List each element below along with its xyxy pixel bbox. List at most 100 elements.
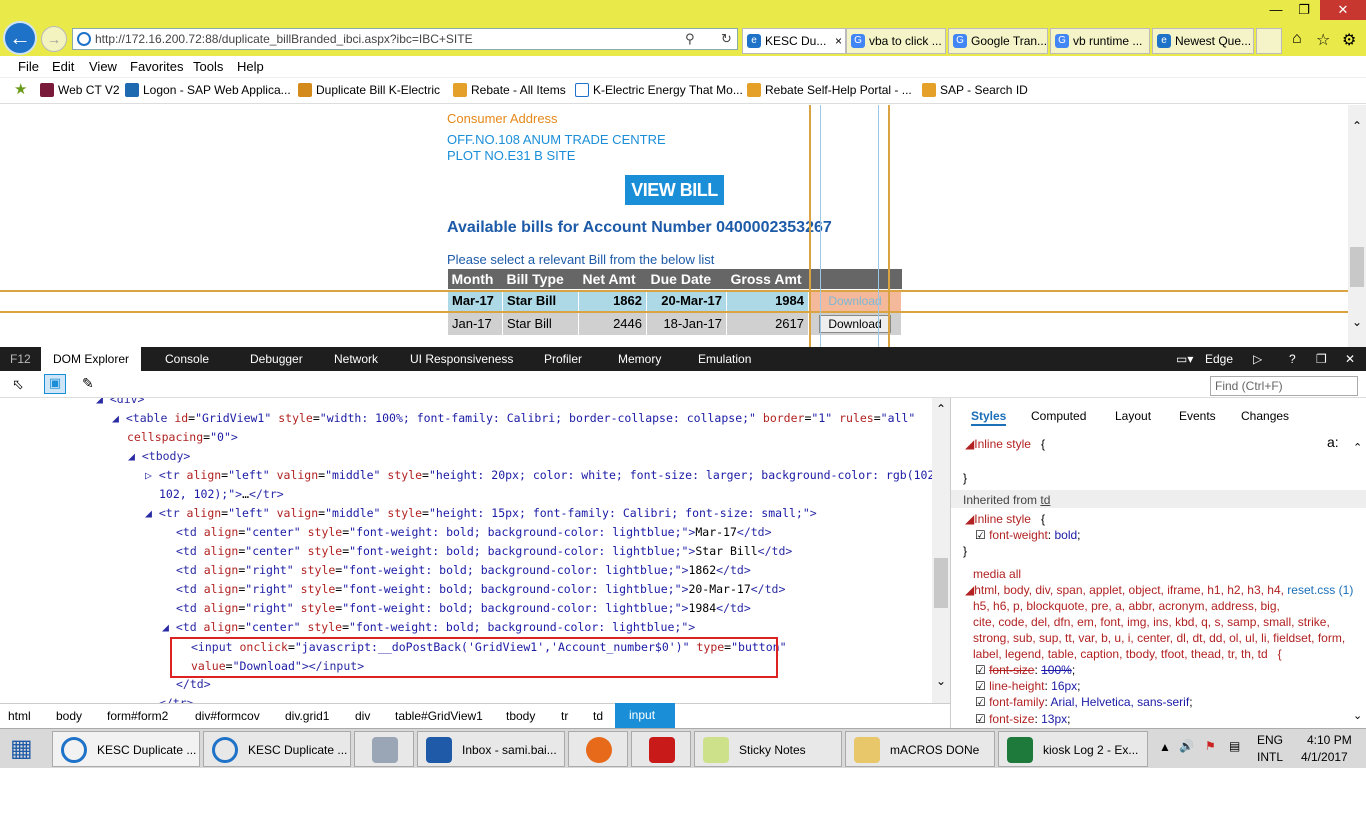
breadcrumb-item[interactable]: div xyxy=(355,709,370,723)
breadcrumb-item[interactable]: tbody xyxy=(506,709,535,723)
taskbar-ie-2[interactable]: KESC Duplicate ... xyxy=(203,731,351,767)
fav-k-electric-energy[interactable]: K-Electric Energy That Mo... xyxy=(575,83,743,97)
menu-file[interactable]: File xyxy=(18,59,39,74)
clock-time[interactable]: 4:10 PM xyxy=(1307,733,1352,747)
table-row[interactable]: Mar-17 Star Bill 1862 20-Mar-17 1984 Dow… xyxy=(447,288,902,313)
minimize-button[interactable]: — xyxy=(1262,0,1290,20)
breadcrumb-item[interactable]: div#formcov xyxy=(195,709,260,723)
taskbar-calculator[interactable] xyxy=(354,731,414,767)
css-property[interactable]: ☑ line-height: 16px; xyxy=(975,678,1081,694)
tab-newest-questions[interactable]: e Newest Que... xyxy=(1152,28,1254,54)
breadcrumb-item[interactable]: form#form2 xyxy=(107,709,168,723)
monitor-icon[interactable]: ▭▾ xyxy=(1176,352,1193,366)
breadcrumb-item[interactable]: td xyxy=(593,709,603,723)
document-mode-select[interactable]: Edge xyxy=(1205,352,1233,366)
console-icon[interactable]: ▷ xyxy=(1253,352,1262,366)
scroll-down-icon[interactable]: ⌄ xyxy=(1353,708,1362,724)
fav-sap-logon[interactable]: Logon - SAP Web Applica... xyxy=(125,83,291,97)
tab-memory[interactable]: Memory xyxy=(618,352,661,366)
breadcrumb-item[interactable]: html xyxy=(8,709,31,723)
scroll-up-icon[interactable]: ⌃ xyxy=(936,402,946,416)
favorites-star-icon[interactable]: ☆ xyxy=(1316,30,1330,50)
table-row[interactable]: Jan-17 Star Bill 2446 18-Jan-17 2617 Dow… xyxy=(447,311,902,336)
network-icon[interactable]: ▤ xyxy=(1229,739,1240,753)
dom-node[interactable]: <td align="center" style="font-weight: b… xyxy=(176,542,792,560)
taskbar-acrobat[interactable] xyxy=(631,731,691,767)
help-icon[interactable]: ? xyxy=(1289,352,1296,366)
dom-node[interactable]: ◢ <table id="GridView1" style="width: 10… xyxy=(112,409,915,427)
show-hidden-icons-icon[interactable]: ▲ xyxy=(1159,740,1171,754)
breadcrumb-item[interactable]: body xyxy=(56,709,82,723)
menu-view[interactable]: View xyxy=(89,59,117,74)
tab-google-translate[interactable]: G Google Tran... xyxy=(948,28,1048,54)
scroll-up-icon[interactable]: ⌃ xyxy=(1353,440,1362,456)
breadcrumb-item[interactable]: tr xyxy=(561,709,568,723)
dom-node[interactable]: <td align="right" style="font-weight: bo… xyxy=(176,580,785,598)
find-input[interactable]: Find (Ctrl+F) xyxy=(1210,376,1358,396)
tab-console[interactable]: Console xyxy=(165,352,209,366)
select-element-icon[interactable]: ⬁ xyxy=(12,376,24,393)
tab-profiler[interactable]: Profiler xyxy=(544,352,582,366)
inline-style-rule[interactable]: ◢Inline style { xyxy=(965,436,1045,452)
tab-debugger[interactable]: Debugger xyxy=(250,352,303,366)
taskbar-outlook[interactable]: Inbox - sami.bai... xyxy=(417,731,565,767)
restore-button[interactable]: ❐ xyxy=(1290,0,1318,20)
add-favorite-star-icon[interactable]: ★ xyxy=(14,80,27,98)
scroll-thumb[interactable] xyxy=(934,558,948,608)
font-size-icon[interactable]: a: xyxy=(1327,434,1339,450)
dom-node[interactable]: ◢ <td align="center" style="font-weight:… xyxy=(162,618,695,636)
breadcrumb-item[interactable]: div.grid1 xyxy=(285,709,329,723)
dom-node[interactable]: <td align="center" style="font-weight: b… xyxy=(176,523,772,541)
fav-rebate-portal[interactable]: Rebate Self-Help Portal - ... xyxy=(747,83,912,97)
address-bar[interactable]: http://172.16.200.72:88/duplicate_billBr… xyxy=(72,28,738,50)
language-indicator[interactable]: ENG xyxy=(1257,733,1283,747)
fav-duplicate-bill[interactable]: Duplicate Bill K-Electric xyxy=(298,83,440,97)
tab-network[interactable]: Network xyxy=(334,352,378,366)
tab-layout[interactable]: Layout xyxy=(1115,408,1151,424)
download-button[interactable]: Download xyxy=(820,293,889,309)
close-button[interactable]: ✕ xyxy=(1320,0,1366,20)
tab-computed[interactable]: Computed xyxy=(1031,408,1086,424)
fav-web-ct[interactable]: Web CT V2 xyxy=(40,83,120,97)
forward-button[interactable]: → xyxy=(41,26,67,52)
breadcrumb-item-selected[interactable]: input xyxy=(615,703,675,728)
fav-rebate-all[interactable]: Rebate - All Items xyxy=(453,83,566,97)
undock-icon[interactable]: ❐ xyxy=(1316,352,1327,366)
close-tab-icon[interactable]: × xyxy=(835,29,842,53)
refresh-icon[interactable]: ↻ xyxy=(721,29,732,49)
tab-dom-explorer[interactable]: DOM Explorer xyxy=(41,347,142,371)
dom-node[interactable]: <td align="right" style="font-weight: bo… xyxy=(176,561,751,579)
page-scrollbar[interactable]: ⌃ ⌄ xyxy=(1348,105,1366,347)
action-center-icon[interactable]: ⚑ xyxy=(1205,739,1216,753)
back-button[interactable]: ← xyxy=(3,21,37,55)
close-devtools-icon[interactable]: ✕ xyxy=(1345,352,1355,366)
taskbar-ie-1[interactable]: KESC Duplicate ... xyxy=(52,731,200,767)
dom-node[interactable]: ◢ <div> xyxy=(96,398,144,408)
taskbar-sticky-notes[interactable]: Sticky Notes xyxy=(694,731,842,767)
scroll-down-icon[interactable]: ⌄ xyxy=(936,674,946,688)
taskbar-folder[interactable]: mACROS DONe xyxy=(845,731,995,767)
dom-node[interactable]: <td align="right" style="font-weight: bo… xyxy=(176,599,751,617)
taskbar-firefox[interactable] xyxy=(568,731,628,767)
css-property[interactable]: ☑ font-size: 13px; xyxy=(975,711,1071,727)
highlight-elements-icon[interactable]: ▣ xyxy=(44,374,66,394)
css-property[interactable]: ☑ font-weight: bold; xyxy=(975,527,1081,543)
menu-favorites[interactable]: Favorites xyxy=(130,59,183,74)
dom-node[interactable]: ▷ <tr align="left" valign="middle" style… xyxy=(145,466,932,484)
search-icon[interactable]: ⚲ xyxy=(685,29,695,49)
start-windows-icon[interactable]: ▦ xyxy=(10,735,38,763)
dom-node[interactable]: ◢ <tr align="left" valign="middle" style… xyxy=(145,504,817,522)
tab-vb-runtime[interactable]: Gvb runtime ... xyxy=(1050,28,1150,54)
tab-vba[interactable]: Gvba to click ... xyxy=(846,28,946,54)
breadcrumb-item[interactable]: table#GridView1 xyxy=(395,709,483,723)
taskbar-excel[interactable]: kiosk Log 2 - Ex... xyxy=(998,731,1148,767)
scroll-down-icon[interactable]: ⌄ xyxy=(1352,315,1362,329)
tab-ui-responsiveness[interactable]: UI Responsiveness xyxy=(410,352,513,366)
inline-style-rule[interactable]: ◢Inline style { xyxy=(965,511,1045,527)
download-button[interactable]: Download xyxy=(819,314,891,333)
color-picker-icon[interactable]: ✎ xyxy=(82,375,94,392)
keyboard-layout-indicator[interactable]: INTL xyxy=(1257,750,1283,764)
scroll-up-icon[interactable]: ⌃ xyxy=(1352,119,1362,133)
tab-emulation[interactable]: Emulation xyxy=(698,352,751,366)
menu-tools[interactable]: Tools xyxy=(193,59,223,74)
